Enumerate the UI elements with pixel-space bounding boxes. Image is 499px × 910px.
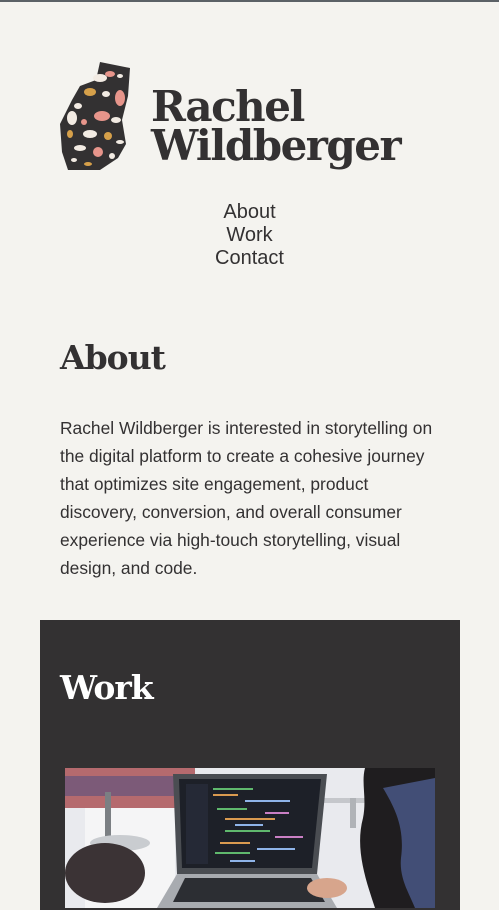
- work-heading: Work: [60, 668, 154, 707]
- brand-name[interactable]: Rachel Wildberger: [151, 86, 402, 170]
- about-heading: About: [60, 338, 166, 377]
- main-nav: About Work Contact: [0, 201, 499, 270]
- site-header: Rachel Wildberger: [60, 60, 402, 180]
- laptop-code-photo: [65, 768, 435, 908]
- work-project-image[interactable]: [65, 768, 435, 908]
- nav-link-work[interactable]: Work: [0, 224, 499, 247]
- about-description: Rachel Wildberger is interested in story…: [60, 418, 433, 578]
- nav-link-contact[interactable]: Contact: [0, 247, 499, 270]
- work-section: Work: [40, 620, 460, 910]
- brand-last-name: Wildberger: [151, 121, 402, 170]
- terrazzo-logo-icon[interactable]: [60, 60, 132, 172]
- nav-link-about[interactable]: About: [0, 201, 499, 224]
